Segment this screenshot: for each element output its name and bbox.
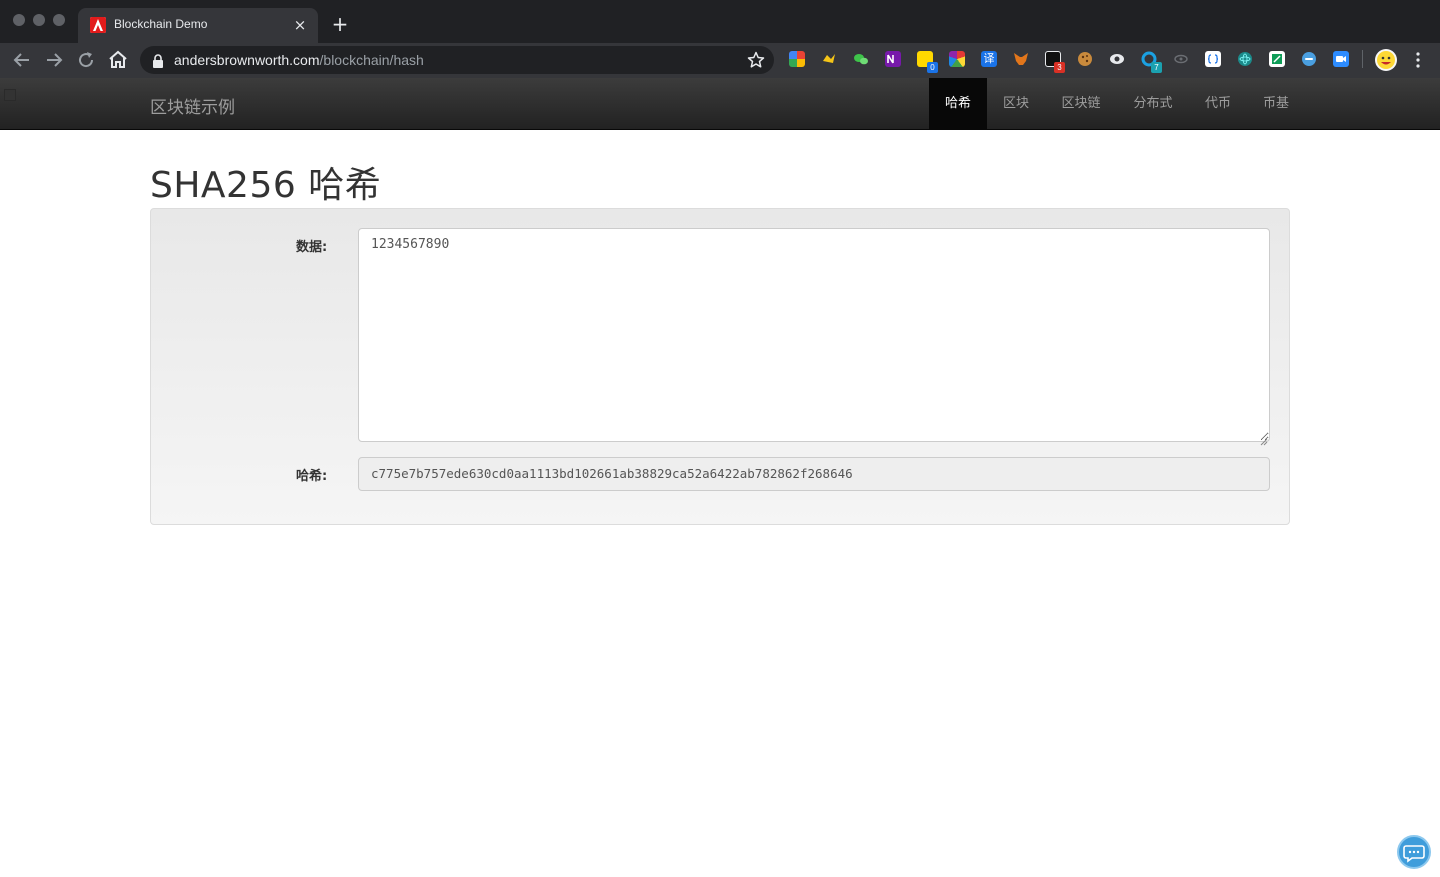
new-tab-button[interactable]: + — [328, 12, 352, 36]
reload-icon[interactable] — [74, 48, 98, 72]
minimize-window-button[interactable] — [33, 14, 45, 26]
tab-blockchain-demo[interactable]: Blockchain Demo × — [78, 8, 318, 43]
url-text: andersbrownworth.com/blockchain/hash — [174, 52, 424, 68]
close-window-button[interactable] — [13, 14, 25, 26]
extension-hidden-eye-icon[interactable] — [1173, 51, 1189, 67]
zoom-window-button[interactable] — [53, 14, 65, 26]
nav-item-distributed[interactable]: 分布式 — [1117, 78, 1189, 129]
data-textarea[interactable]: 1234567890 — [358, 228, 1270, 442]
extension-json-icon[interactable] — [1205, 51, 1221, 67]
extension-green-flag-icon[interactable] — [1269, 51, 1285, 67]
data-label: 数据: — [296, 240, 328, 255]
nav-item-block[interactable]: 区块 — [987, 78, 1045, 129]
cookie-icon[interactable] — [1077, 51, 1093, 67]
nav-item-tokens[interactable]: 代币 — [1189, 78, 1247, 129]
extension-react-icon[interactable] — [1237, 51, 1253, 67]
address-bar[interactable]: andersbrownworth.com/blockchain/hash — [140, 46, 774, 74]
nav-item-blockchain[interactable]: 区块链 — [1045, 78, 1117, 129]
profile-avatar[interactable] — [1375, 49, 1397, 71]
back-arrow-icon[interactable] — [10, 48, 34, 72]
zoom-video-icon[interactable] — [1333, 51, 1349, 67]
extension-eye-icon[interactable] — [1109, 51, 1125, 67]
lock-icon[interactable] — [152, 53, 164, 72]
star-icon[interactable] — [746, 50, 766, 70]
toolbar-separator — [1362, 50, 1363, 68]
extension-colorful-icon[interactable] — [789, 51, 805, 67]
site-navbar: 区块链示例 哈希 区块 区块链 分布式 代币 币基 — [0, 78, 1440, 130]
extension-badge-3: 3 — [1054, 62, 1065, 73]
translate-icon[interactable]: 译 — [981, 51, 997, 67]
forward-arrow-icon[interactable] — [42, 48, 66, 72]
tab-close-icon[interactable]: × — [290, 15, 310, 35]
extension-badge-7: 7 — [1151, 62, 1162, 73]
wechat-icon[interactable] — [853, 51, 869, 67]
site-brand[interactable]: 区块链示例 — [150, 93, 235, 118]
nav-item-coinbase[interactable]: 币基 — [1247, 78, 1305, 129]
browser-chrome: Blockchain Demo × + andersbrownworth.com… — [0, 0, 1440, 78]
extension-palette-icon[interactable] — [949, 51, 965, 67]
page-title: SHA256 哈希 — [150, 165, 382, 206]
adobe-icon — [90, 17, 106, 33]
url-path: /blockchain/hash — [319, 52, 424, 68]
nav-item-hash[interactable]: 哈希 — [929, 78, 987, 129]
onenote-icon[interactable] — [885, 51, 901, 67]
tab-title: Blockchain Demo — [114, 17, 208, 31]
hash-output-field[interactable]: c775e7b757ede630cd0aa1113bd102661ab38829… — [358, 457, 1270, 491]
url-host: andersbrownworth.com — [174, 52, 320, 68]
resize-grip-icon[interactable] — [1260, 431, 1268, 446]
kebab-menu-icon[interactable] — [1410, 49, 1426, 71]
corner-square — [4, 89, 16, 101]
extension-chat-bubble-icon[interactable] — [1301, 51, 1317, 67]
metamask-fox-icon[interactable] — [1013, 51, 1029, 67]
hash-label: 哈希: — [296, 469, 328, 484]
extension-pikachu-icon[interactable] — [821, 51, 837, 67]
tab-strip: Blockchain Demo × + — [0, 0, 1440, 43]
chat-icon[interactable] — [1397, 835, 1431, 869]
extension-badge-0: 0 — [927, 62, 938, 73]
home-icon[interactable] — [106, 48, 130, 72]
